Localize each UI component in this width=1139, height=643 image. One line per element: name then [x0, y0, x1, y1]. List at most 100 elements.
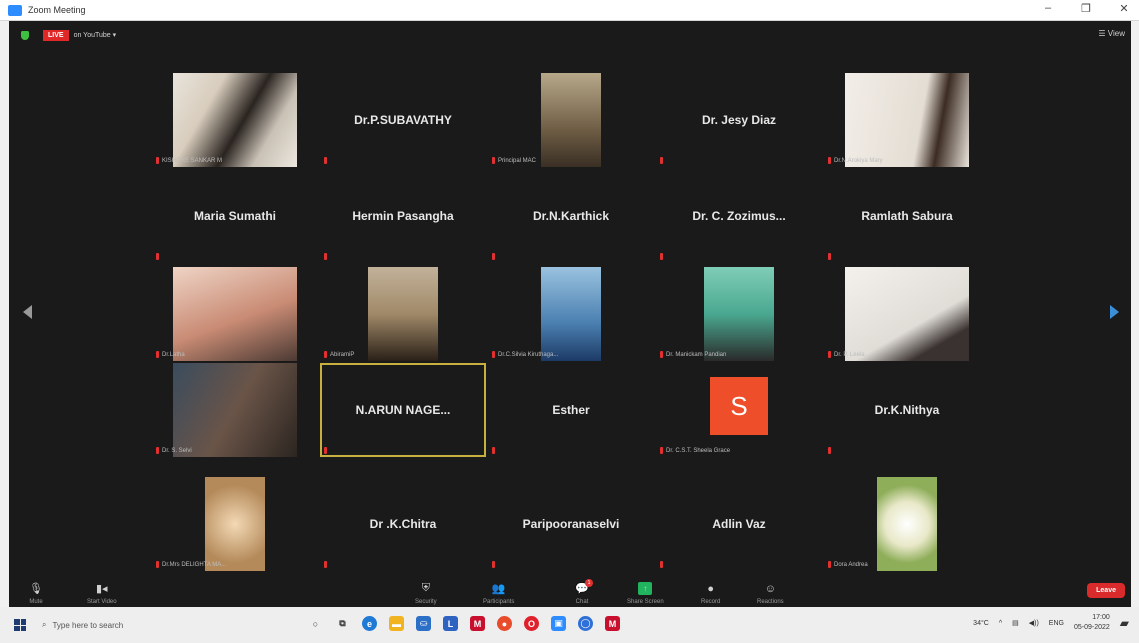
participant-video — [541, 267, 601, 361]
participant-tile[interactable]: Dr. Jesy Diaz — [656, 73, 822, 167]
muted-mic-icon — [492, 253, 495, 260]
participant-label-text: Dr. Manickam Pandian — [666, 351, 727, 358]
close-button[interactable]: ✕ — [1117, 2, 1131, 15]
share-screen-button[interactable]: ↑ Share Screen — [627, 582, 664, 605]
participant-label — [324, 253, 327, 260]
edge-icon[interactable]: e — [362, 616, 377, 631]
weather-temp[interactable]: 34°C — [973, 620, 989, 627]
task-view-icon[interactable]: ⧉ — [335, 616, 350, 631]
mcafee-icon[interactable]: M — [470, 616, 485, 631]
participant-tile[interactable]: Ramlath Sabura — [824, 169, 990, 263]
security-button[interactable]: ⛨ Security — [415, 582, 437, 605]
network-icon[interactable]: ▤ — [1012, 619, 1019, 627]
muted-mic-icon — [660, 157, 663, 164]
participant-tile[interactable]: Maria Sumathi — [152, 169, 318, 263]
app-circle-icon[interactable]: ◯ — [578, 616, 593, 631]
zoom-taskbar-icon[interactable]: ▣ — [551, 616, 566, 631]
participant-tile[interactable]: Dora Andrea — [824, 477, 990, 571]
participant-tile[interactable]: Dr.P.SUBAVATHY — [320, 73, 486, 167]
participant-tile[interactable]: Dr. P. Leela — [824, 267, 990, 361]
zoom-app-icon — [8, 4, 22, 16]
participant-tile[interactable]: Dr.C.Silvia Kiruthaga... — [488, 267, 654, 361]
muted-mic-icon — [156, 253, 159, 260]
participant-tile[interactable]: Dr. S. Selvi — [152, 363, 318, 457]
participant-tile[interactable]: Paripooranaselvi — [488, 477, 654, 571]
reactions-button[interactable]: ☺ Reactions — [757, 582, 784, 606]
taskbar-clock[interactable]: 17:00 05-09-2022 — [1074, 613, 1110, 633]
tray-chevron-icon[interactable]: ^ — [999, 620, 1002, 627]
participant-label: Dr.Mrs DELIGHTA MA... — [156, 561, 226, 568]
volume-icon[interactable]: ◀)) — [1029, 619, 1039, 627]
clock-time: 17:00 — [1092, 614, 1110, 621]
participant-tile[interactable]: Dr.Latha — [152, 267, 318, 361]
participant-label — [156, 253, 159, 260]
shield-icon[interactable] — [21, 30, 29, 40]
participant-label: Dr. S. Selvi — [156, 447, 192, 454]
participant-tile[interactable]: Esther — [488, 363, 654, 457]
live-target-dropdown[interactable]: on YouTube ▾ — [74, 31, 117, 39]
taskbar-search-box[interactable]: ⌕ Type here to search — [42, 614, 212, 636]
opera-icon[interactable]: O — [524, 616, 539, 631]
next-page-arrow-icon[interactable] — [1110, 305, 1119, 319]
windows-start-icon[interactable] — [14, 619, 26, 631]
share-screen-label: Share Screen — [627, 599, 664, 605]
participant-name: Esther — [552, 403, 590, 417]
participant-tile[interactable]: Adlin Vaz — [656, 477, 822, 571]
participant-tile[interactable]: Principal MAC — [488, 73, 654, 167]
store-icon[interactable]: ⛀ — [416, 616, 431, 631]
maximize-button[interactable]: ❐ — [1079, 2, 1093, 15]
participant-tile[interactable]: AbiramiP — [320, 267, 486, 361]
participant-tile[interactable]: Dr.K.Nithya — [824, 363, 990, 457]
participant-name: Dr .K.Chitra — [369, 517, 437, 531]
cortana-icon[interactable]: ○ — [308, 616, 323, 631]
participant-tile[interactable]: Dr .K.Chitra — [320, 477, 486, 571]
participants-button[interactable]: 👥 Participants — [483, 582, 514, 605]
file-explorer-icon[interactable]: ▬ — [389, 616, 404, 631]
participant-video — [541, 73, 601, 167]
participant-label — [492, 447, 495, 454]
muted-mic-icon — [492, 351, 495, 358]
view-button[interactable]: ☰ View — [1098, 29, 1125, 38]
mcafee-security-icon[interactable]: M — [605, 616, 620, 631]
muted-mic-icon — [828, 561, 831, 568]
participant-tile[interactable]: N.ARUN NAGE... — [320, 363, 486, 457]
participant-label-text: Dora Andrea — [834, 561, 868, 568]
leave-button[interactable]: Leave — [1087, 583, 1125, 598]
participant-label: AbiramiP — [324, 351, 354, 358]
meeting-topbar: LIVE on YouTube ▾ ☰ View — [9, 21, 1131, 49]
participant-name: Hermin Pasangha — [352, 209, 454, 223]
taskbar-search-placeholder: Type here to search — [52, 620, 124, 630]
participant-label — [660, 253, 663, 260]
previous-page-arrow-icon[interactable] — [23, 305, 32, 319]
minimize-button[interactable]: – — [1041, 2, 1055, 15]
participant-tile[interactable]: S Dr. C.S.T. Sheela Grace — [656, 363, 822, 457]
participant-tile[interactable]: Dr.N.Arokiya Mary — [824, 73, 990, 167]
chrome-icon[interactable]: ● — [497, 616, 512, 631]
participant-label — [828, 253, 831, 260]
participant-tile[interactable]: KISHORE SANKAR M — [152, 73, 318, 167]
participant-video — [173, 363, 297, 457]
security-icon: ⛨ — [421, 582, 430, 594]
record-button[interactable]: ● Record — [701, 582, 720, 606]
live-badge[interactable]: LIVE — [43, 29, 69, 41]
mute-button[interactable]: 🎙 Mute — [29, 582, 43, 605]
participant-name: N.ARUN NAGE... — [355, 403, 451, 417]
participant-tile[interactable]: Dr. Manickam Pandian — [656, 267, 822, 361]
participant-tile[interactable]: Dr.N.Karthick — [488, 169, 654, 263]
participant-label: Dr. C.S.T. Sheela Grace — [660, 447, 730, 454]
participant-name: Dr. C. Zozimus... — [692, 209, 786, 223]
participant-tile[interactable]: Dr. C. Zozimus... — [656, 169, 822, 263]
participant-video — [173, 73, 297, 167]
start-video-button[interactable]: ▮◂ Start Video — [87, 582, 117, 605]
muted-mic-icon — [492, 447, 495, 454]
notification-icon[interactable]: ▰ — [1120, 616, 1129, 630]
participant-tile[interactable]: Dr.Mrs DELIGHTA MA... — [152, 477, 318, 571]
chat-button[interactable]: 💬 1 Chat — [575, 579, 593, 605]
language-indicator[interactable]: ENG — [1049, 620, 1064, 627]
muted-mic-icon — [324, 253, 327, 260]
window-titlebar: Zoom Meeting – ❐ ✕ — [0, 0, 1139, 21]
muted-mic-icon — [324, 351, 327, 358]
participant-name: Dr.K.Nithya — [874, 403, 940, 417]
app-l-icon[interactable]: L — [443, 616, 458, 631]
participant-tile[interactable]: Hermin Pasangha — [320, 169, 486, 263]
